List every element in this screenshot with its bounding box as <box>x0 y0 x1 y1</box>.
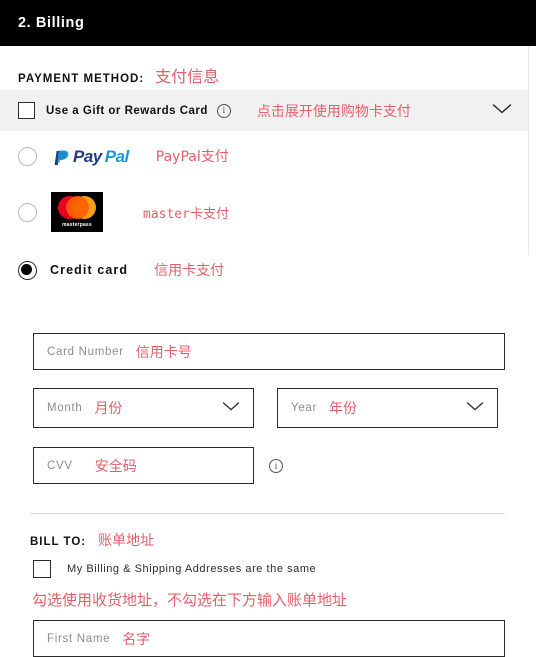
same-address-checkbox[interactable] <box>33 560 51 578</box>
payment-option-paypal[interactable]: Pay Pal PayPal支付 <box>18 146 229 166</box>
cvv-annotation: 安全码 <box>94 458 137 475</box>
paypal-mark-icon <box>54 150 69 165</box>
paypal-logo-pay-text: Pay <box>73 146 102 166</box>
first-name-field[interactable]: First Name 名字 <box>33 620 505 657</box>
paypal-logo-icon: Pay Pal <box>51 146 129 166</box>
cvv-info-icon[interactable]: i <box>269 459 283 473</box>
radio-paypal[interactable] <box>18 146 37 166</box>
same-address-annotation: 勾选使用收货地址，不勾选在下方输入账单地址 <box>32 591 348 609</box>
chevron-down-icon[interactable] <box>222 399 240 417</box>
bill-to-label: BILL TO: <box>30 536 87 548</box>
card-number-annotation: 信用卡号 <box>135 344 192 361</box>
masterpass-wordmark: masterpass <box>62 222 92 228</box>
gift-card-label: Use a Gift or Rewards Card <box>46 104 208 117</box>
expiry-month-annotation: 月份 <box>94 401 123 417</box>
radio-credit-card[interactable] <box>18 260 37 280</box>
expiry-month-placeholder: Month <box>47 402 83 414</box>
same-address-label: My Billing & Shipping Addresses are the … <box>67 563 317 575</box>
radio-masterpass[interactable] <box>18 202 37 222</box>
bill-to-heading: BILL TO: 账单地址 <box>30 530 154 550</box>
expiry-month-select[interactable]: Month 月份 <box>33 388 254 428</box>
mastercard-overlap-circle <box>65 196 89 219</box>
payment-method-heading: PAYMENT METHOD: 支付信息 <box>0 46 536 87</box>
cvv-field[interactable]: CVV 安全码 <box>33 447 254 484</box>
paypal-logo-pal-text: Pal <box>104 146 130 166</box>
payment-option-masterpass[interactable]: masterpass master卡支付 <box>18 192 229 232</box>
gift-card-checkbox[interactable] <box>18 102 35 119</box>
page-title: 2. Billing <box>18 15 85 31</box>
cvv-placeholder: CVV <box>47 459 73 472</box>
chevron-down-icon[interactable] <box>466 399 484 417</box>
expiry-year-placeholder: Year <box>291 402 318 414</box>
credit-card-label: Credit card <box>50 263 129 277</box>
mastercard-circles-icon <box>58 196 96 219</box>
gift-card-annotation: 点击展开使用购物卡支付 <box>256 103 411 120</box>
paypal-annotation: PayPal支付 <box>155 149 229 165</box>
section-divider <box>30 513 505 514</box>
first-name-annotation: 名字 <box>122 631 151 648</box>
first-name-placeholder: First Name <box>47 632 111 645</box>
info-icon[interactable]: i <box>216 103 231 118</box>
card-number-placeholder: Card Number <box>47 345 124 358</box>
credit-card-annotation: 信用卡支付 <box>154 263 225 279</box>
payment-method-label: PAYMENT METHOD: <box>18 73 145 85</box>
same-address-row[interactable]: My Billing & Shipping Addresses are the … <box>33 560 316 578</box>
right-hairline-divider <box>528 46 529 255</box>
billing-section-header: 2. Billing <box>0 0 536 46</box>
payment-option-credit-card[interactable]: Credit card 信用卡支付 <box>18 260 224 280</box>
expiry-year-select[interactable]: Year 年份 <box>277 388 498 428</box>
gift-card-accordion-row[interactable]: Use a Gift or Rewards Card i 点击展开使用购物卡支付 <box>0 90 528 131</box>
masterpass-annotation: master卡支付 <box>143 206 229 222</box>
expiry-year-annotation: 年份 <box>329 401 358 417</box>
bill-to-annotation: 账单地址 <box>98 533 155 549</box>
chevron-down-icon[interactable] <box>492 102 512 120</box>
card-number-field[interactable]: Card Number 信用卡号 <box>33 333 505 370</box>
payment-method-annotation: 支付信息 <box>155 67 220 86</box>
masterpass-logo-icon: masterpass <box>51 192 103 232</box>
